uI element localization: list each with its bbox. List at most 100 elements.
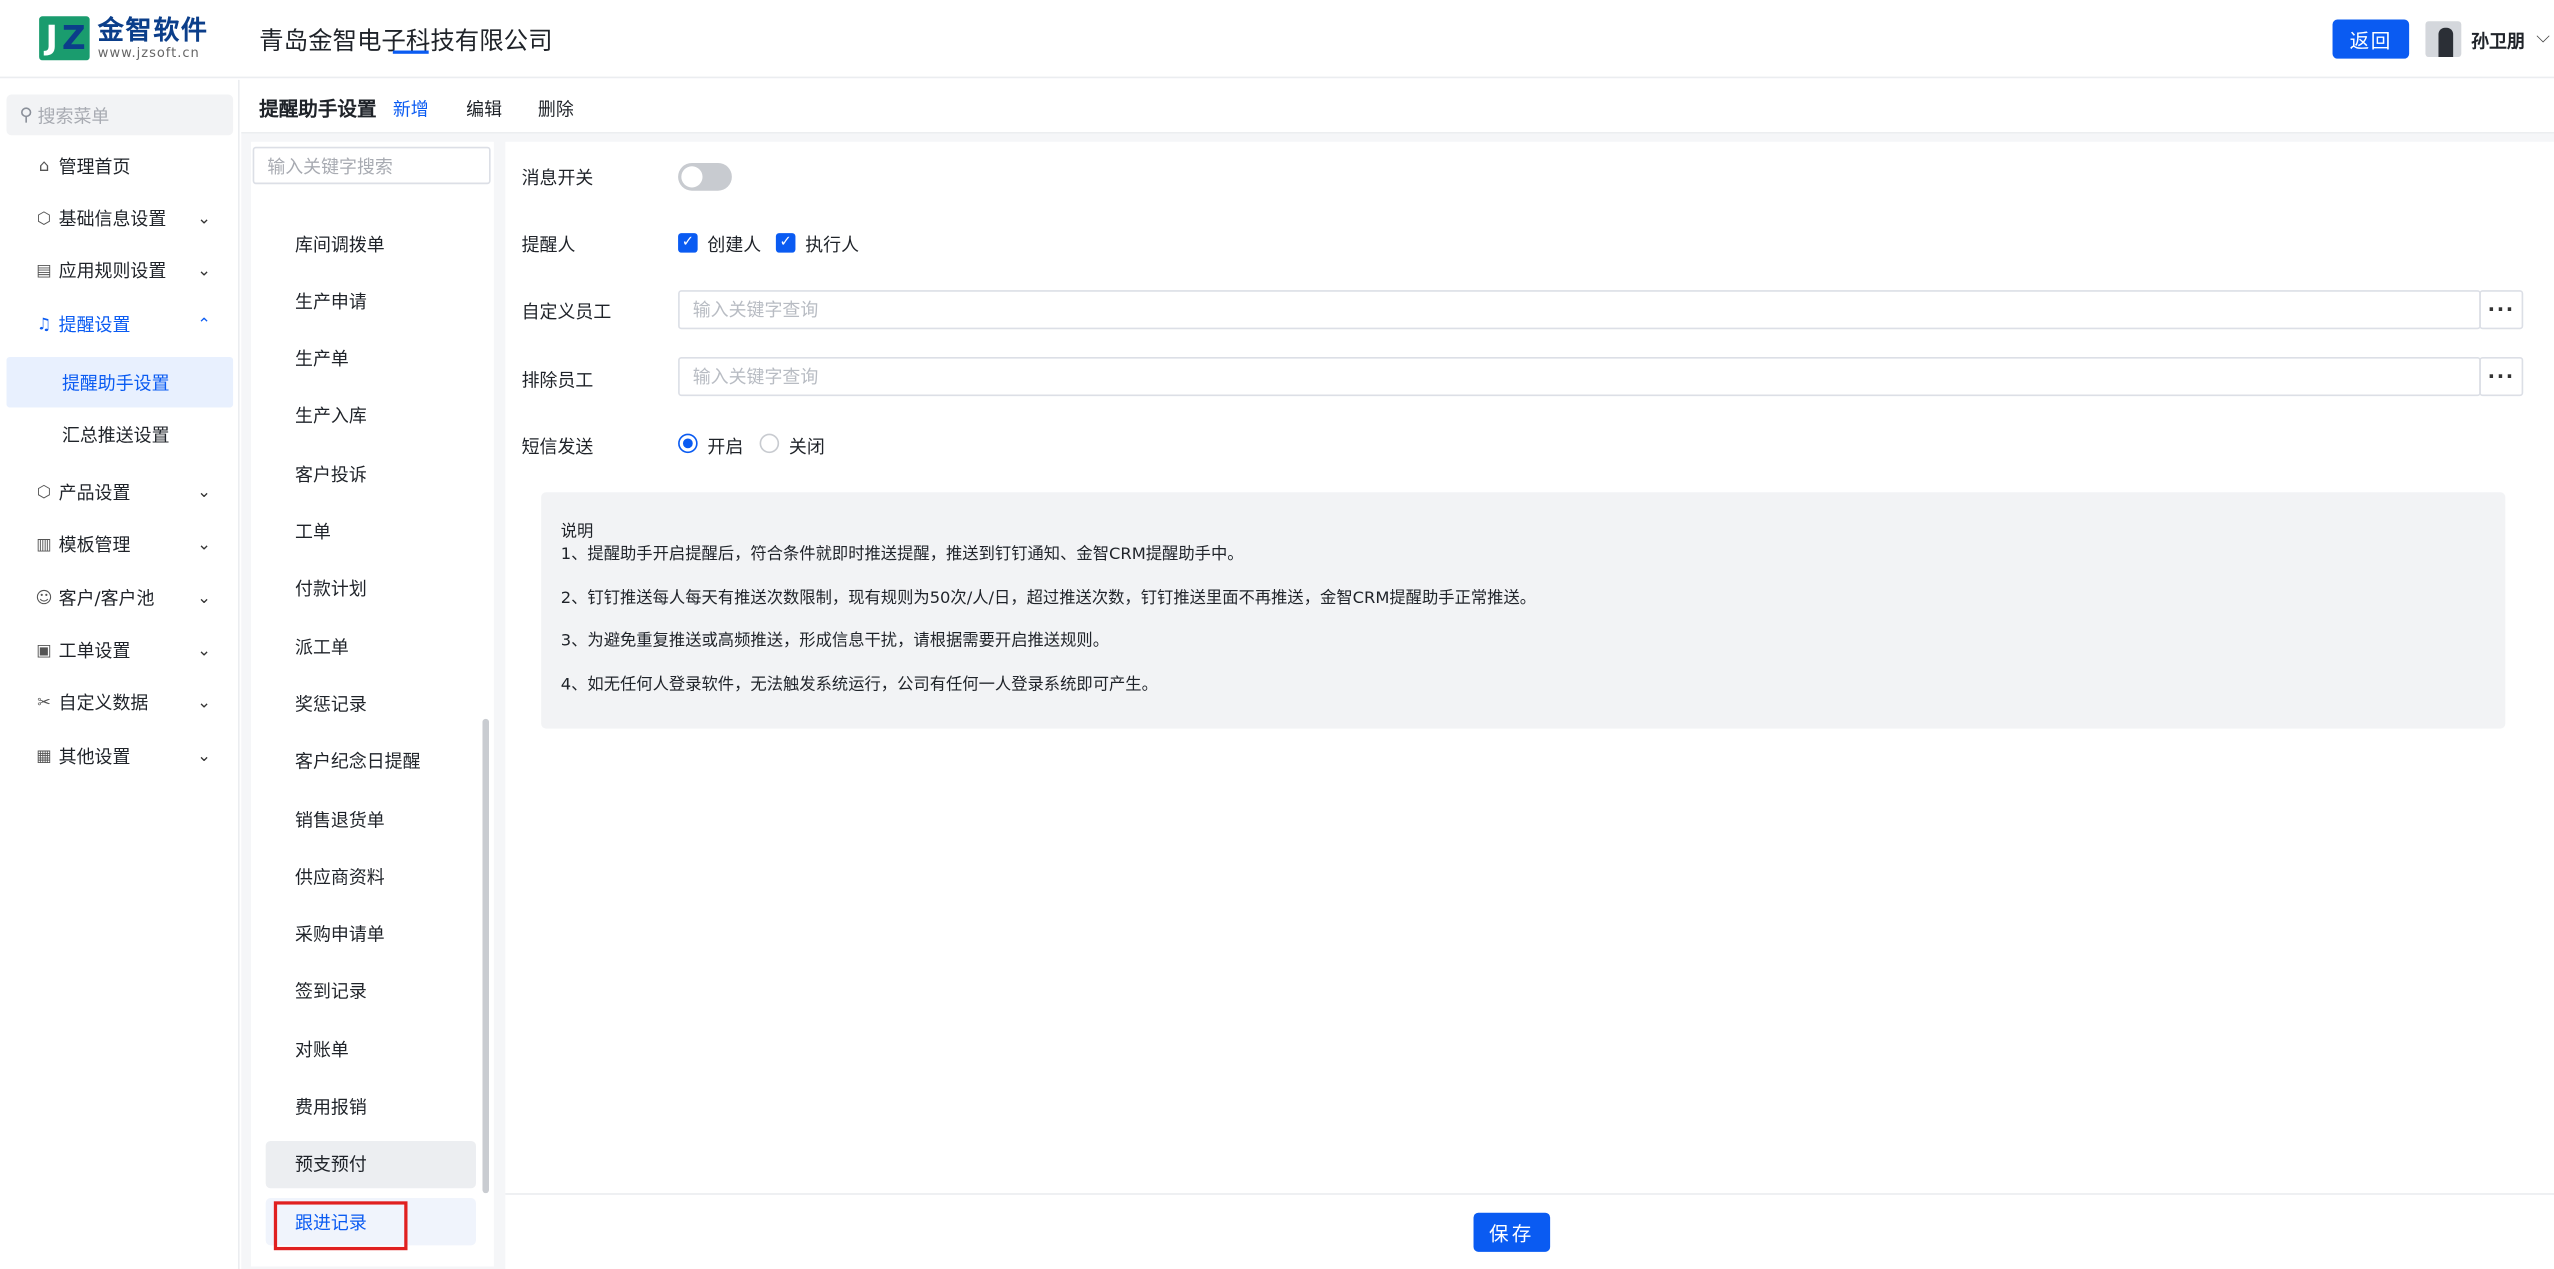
list-item[interactable]: 供应商资料 [266,853,476,900]
custom-staff-label: 自定义员工 [521,301,612,323]
highlight-box [273,1201,408,1251]
sidebar-item-other[interactable]: ▦ 其他设置 ⌄ [0,734,240,780]
list-item[interactable]: 工单 [266,508,476,555]
tab-delete[interactable]: 删除 [538,96,574,122]
list-item[interactable]: 费用报销 [266,1083,476,1130]
logo[interactable]: JZ 金智软件 www.jzsoft.cn [39,13,209,61]
list-item[interactable]: 客户投诉 [266,450,476,497]
sidebar-item-label: 客户/客户池 [58,588,155,610]
sidebar-item-label: 应用规则设置 [58,260,167,282]
sms-off-label[interactable]: 关闭 [789,434,825,460]
list-item[interactable]: 生产单 [266,335,476,382]
message-switch-toggle[interactable] [678,163,732,191]
message-switch-label: 消息开关 [521,167,594,190]
chevron-down-icon: ⌄ [197,747,211,766]
sidebar-item-label: 基础信息设置 [58,208,167,230]
logo-name: 金智软件 [97,13,209,45]
sms-off-radio[interactable] [759,433,780,454]
page-title: 提醒助手设置 [259,97,377,121]
tab-add[interactable]: 新增 [393,96,429,122]
sms-label: 短信发送 [521,436,594,459]
custom-staff-more-button[interactable]: ··· [2479,290,2524,330]
username[interactable]: 孙卫朋 [2471,28,2525,54]
chevron-down-icon[interactable]: ⌵ [2536,26,2550,49]
list-item[interactable]: 对账单 [266,1026,476,1073]
chevron-down-icon: ⌄ [197,209,211,228]
chevron-down-icon: ⌄ [197,693,211,712]
exclude-staff-more-button[interactable]: ··· [2479,356,2524,397]
sidebar-subitem-reminder-assistant[interactable]: 提醒助手设置 [6,356,234,408]
chevron-down-icon: ⌄ [197,535,211,554]
avatar[interactable] [2425,21,2462,58]
custom-staff-input[interactable]: 输入关键字查询 [678,290,2481,330]
list-item[interactable]: 销售退货单 [266,795,476,842]
sidebar-item-basic-info[interactable]: ⬡ 基础信息设置 ⌄ [0,196,240,242]
chevron-down-icon: ⌄ [197,641,211,660]
layout-icon: ▥ [36,535,52,554]
list-item[interactable]: 采购申请单 [266,911,476,958]
list-item[interactable]: 预支预付 [265,1140,476,1188]
tools-icon: ✂ [37,693,51,712]
instructions-line: 2、钉钉推送每人每天有推送次数限制，现有规则为50次/人/日，超过推送次数，钉钉… [560,590,1537,608]
list-item[interactable]: 奖惩记录 [266,680,476,727]
menu-search-placeholder: 搜索菜单 [37,105,110,127]
menu-search-input[interactable]: ⚲ 搜索菜单 [6,94,234,136]
list-item[interactable]: 生产申请 [266,278,476,325]
sidebar-item-label: 管理首页 [58,156,131,178]
module-search-input[interactable]: 输入关键字搜索 [252,146,491,185]
sms-on-label[interactable]: 开启 [707,434,743,460]
logo-icon: JZ [39,16,90,61]
list-item[interactable]: 生产入库 [266,393,476,440]
clipboard-icon: ▣ [36,641,52,660]
save-button[interactable]: 保存 [1473,1212,1551,1252]
sidebar-item-reminder[interactable]: ♫ 提醒设置 ⌃ [0,302,240,348]
sidebar-item-label: 其他设置 [58,746,131,768]
sidebar-item-label: 提醒设置 [58,314,131,336]
top-header: JZ 金智软件 www.jzsoft.cn 青岛金智电子科技有限公司 返回 孙卫… [0,0,2554,79]
page: JZ 金智软件 www.jzsoft.cn 青岛金智电子科技有限公司 返回 孙卫… [0,0,2554,1269]
list-item[interactable]: 库间调拨单 [266,220,476,267]
creator-checkbox-label[interactable]: 创建人 [707,231,761,257]
instructions-box: 说明 1、提醒助手开启提醒后，符合条件就即时推送提醒，推送到钉钉通知、金智CRM… [541,492,2506,729]
list-item[interactable]: 签到记录 [266,968,476,1015]
search-icon: ⚲ [19,104,33,126]
sidebar-item-home[interactable]: ⌂ 管理首页 [0,143,240,189]
exclude-staff-input[interactable]: 输入关键字查询 [678,356,2481,397]
sidebar-item-template[interactable]: ▥ 模板管理 ⌄ [0,522,240,568]
sms-on-radio[interactable] [678,433,698,454]
instructions-line: 3、为避免重复推送或高频推送，形成信息干扰，请根据需要开启推送规则。 [560,632,1110,651]
reminder-label: 提醒人 [521,234,576,256]
list-item[interactable]: 客户纪念日提醒 [266,738,476,785]
toolbar-tabs: 提醒助手设置 新增 编辑 删除 [241,79,2554,134]
sidebar-item-label: 产品设置 [58,482,131,504]
sidebar-item-workorder[interactable]: ▣ 工单设置 ⌄ [0,628,240,674]
list-item[interactable]: 派工单 [266,623,476,670]
list-item[interactable]: 付款计划 [266,565,476,612]
form-footer: 保存 [505,1193,2554,1269]
bell-icon: ♫ [36,315,52,334]
sidebar-item-product[interactable]: ⬡ 产品设置 ⌄ [0,469,240,515]
module-list-panel: 输入关键字搜索 库间调拨单生产申请生产单生产入库客户投诉工单付款计划派工单奖惩记… [251,141,494,1267]
sidebar-subitem-summary-push[interactable]: 汇总推送设置 [7,409,234,460]
executor-checkbox[interactable]: ✓ [775,233,796,253]
cube-icon: ⬡ [36,483,52,502]
sidebar-item-custom-data[interactable]: ✂ 自定义数据 ⌄ [0,680,240,726]
chevron-down-icon: ⌄ [197,589,211,608]
document-icon: ▤ [36,261,52,280]
sidebar-item-app-rules[interactable]: ▤ 应用规则设置 ⌄ [0,248,240,294]
instructions-title: 说明 [560,523,594,542]
list-scrollbar[interactable] [482,718,489,1194]
active-tab-indicator [392,50,429,54]
chevron-down-icon: ⌄ [197,261,211,280]
back-button[interactable]: 返回 [2332,19,2410,59]
sidebar-item-customer[interactable]: ☺ 客户/客户池 ⌄ [0,575,240,621]
users-icon: ☺ [35,589,53,608]
sidebar-item-label: 自定义数据 [58,692,149,714]
instructions-line: 1、提醒助手开启提醒后，符合条件就即时推送提醒，推送到钉钉通知、金智CRM提醒助… [560,546,1244,564]
sidebar: ⚲ 搜索菜单 ⌂ 管理首页 ⬡ 基础信息设置 ⌄ ▤ 应用规则设置 ⌄ ♫ 提醒… [0,79,240,1269]
sidebar-item-label: 模板管理 [58,534,131,556]
tab-edit[interactable]: 编辑 [466,96,502,122]
creator-checkbox[interactable]: ✓ [678,233,698,253]
executor-checkbox-label[interactable]: 执行人 [805,231,859,257]
grid-icon: ▦ [36,747,52,766]
